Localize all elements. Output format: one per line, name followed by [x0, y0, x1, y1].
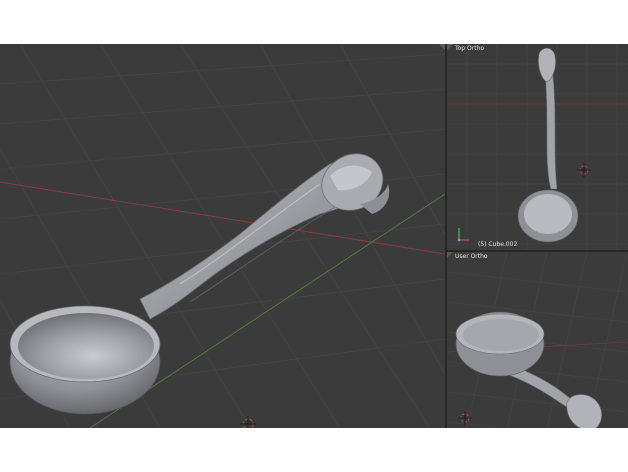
viewport-area: Top Ortho (5) Cube.002 User Ortho — [0, 44, 628, 428]
cursor-3d-icon — [577, 163, 591, 177]
viewport-perspective[interactable] — [0, 44, 445, 428]
cursor-3d-icon — [240, 416, 256, 428]
object-status: (5) Cube.002 — [478, 241, 518, 248]
spoon-bowl-inner — [18, 313, 154, 379]
viewport-top-ortho[interactable]: Top Ortho (5) Cube.002 — [447, 44, 628, 250]
viewport-title: Top Ortho — [455, 45, 485, 52]
viewport-user-ortho[interactable]: User Ortho — [447, 252, 628, 428]
viewport-corner-icon[interactable] — [447, 44, 453, 50]
perspective-scene — [0, 44, 445, 428]
spoon-bowl-inner — [524, 194, 572, 234]
viewport-corner-icon[interactable] — [447, 252, 453, 258]
user-ortho-scene — [447, 252, 628, 428]
viewport-corner-icon[interactable] — [439, 44, 445, 50]
spoon-tulip-end — [566, 394, 602, 428]
viewport-title: User Ortho — [455, 253, 488, 260]
spoon-bowl-inner — [463, 319, 539, 351]
top-ortho-scene — [447, 44, 628, 250]
cursor-3d-icon — [458, 411, 472, 425]
